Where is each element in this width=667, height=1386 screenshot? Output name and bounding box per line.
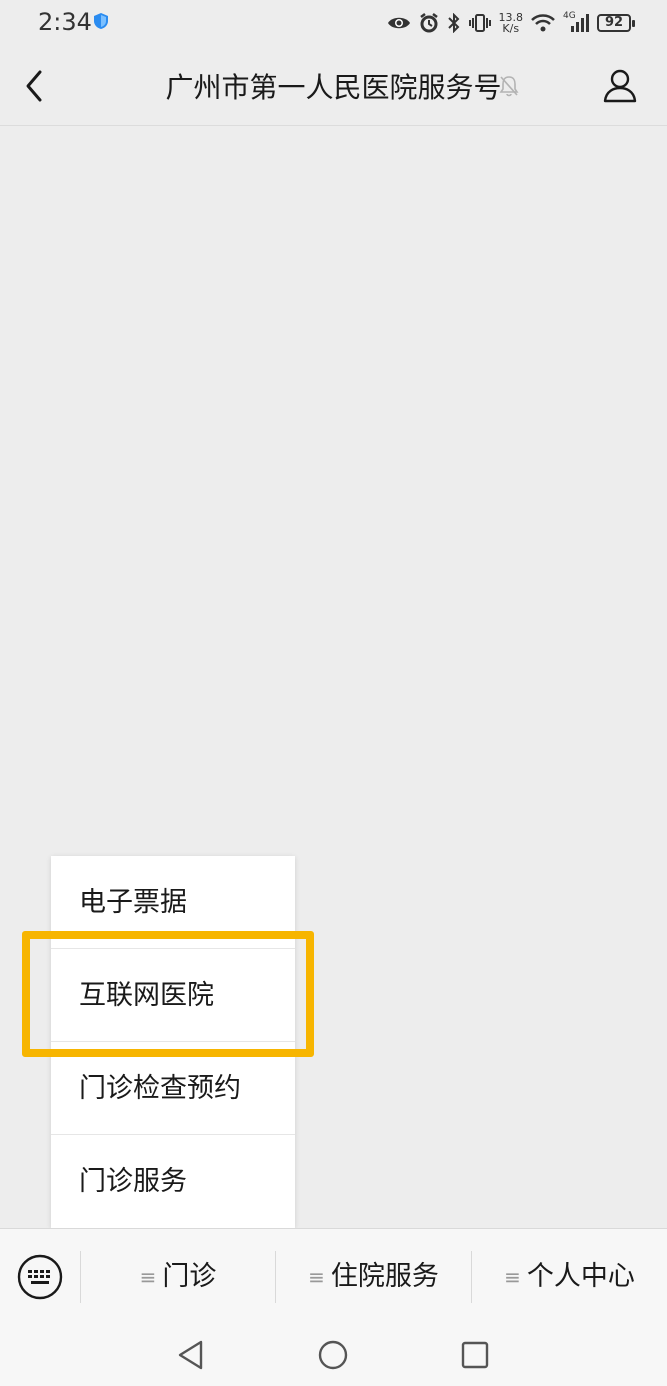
wifi-icon [531,14,555,32]
home-circle-icon[interactable] [316,1338,350,1372]
menu-tab-outpatient[interactable]: ≡ 门诊 [81,1251,275,1303]
menu-lines-icon: ≡ [139,1265,157,1289]
keyboard-icon[interactable] [16,1253,64,1301]
highlight-box [22,931,314,1057]
system-nav-bar [0,1324,667,1386]
back-triangle-icon[interactable] [174,1338,208,1372]
vibrate-icon [468,14,491,32]
shield-icon [94,13,108,29]
alarm-icon [419,13,438,33]
menu-lines-icon: ≡ [504,1265,521,1289]
submenu-item-outpatient-service[interactable]: 门诊服务 [51,1135,295,1228]
net-speed: 13.8 K/s [499,12,524,34]
menu-lines-icon: ≡ [308,1265,325,1289]
menu-tab-inpatient[interactable]: ≡ 住院服务 [276,1251,471,1303]
notification-off-icon [499,76,519,97]
page-title: 广州市第一人民医院服务号 [165,71,502,104]
menu-tab-label: 住院服务 [330,1261,439,1292]
battery-icon: 92 [597,14,635,32]
signal-icon [571,14,589,32]
menu-tab-label: 个人中心 [526,1261,635,1292]
eye-icon [387,17,410,29]
recents-square-icon[interactable] [458,1338,492,1372]
menu-tab-personal-center[interactable]: ≡ 个人中心 [472,1251,667,1303]
net-speed-unit: K/s [502,22,520,35]
cellular-signal: 4G [563,11,589,33]
nav-bar: 广州市第一人民医院服务号 [0,46,667,126]
profile-icon[interactable] [600,66,640,106]
status-time: 2:34 [38,8,92,36]
status-bar: 2:34 13.8 K/s 4G 92 [0,0,667,46]
chat-area [0,126,667,856]
status-icons: 13.8 K/s 4G 92 [387,8,635,38]
bluetooth-icon [447,13,459,33]
menu-tab-label: 门诊 [162,1261,217,1292]
menu-bar: ≡ 门诊 ≡ 住院服务 ≡ 个人中心 [0,1228,667,1324]
battery-level: 92 [604,15,624,30]
